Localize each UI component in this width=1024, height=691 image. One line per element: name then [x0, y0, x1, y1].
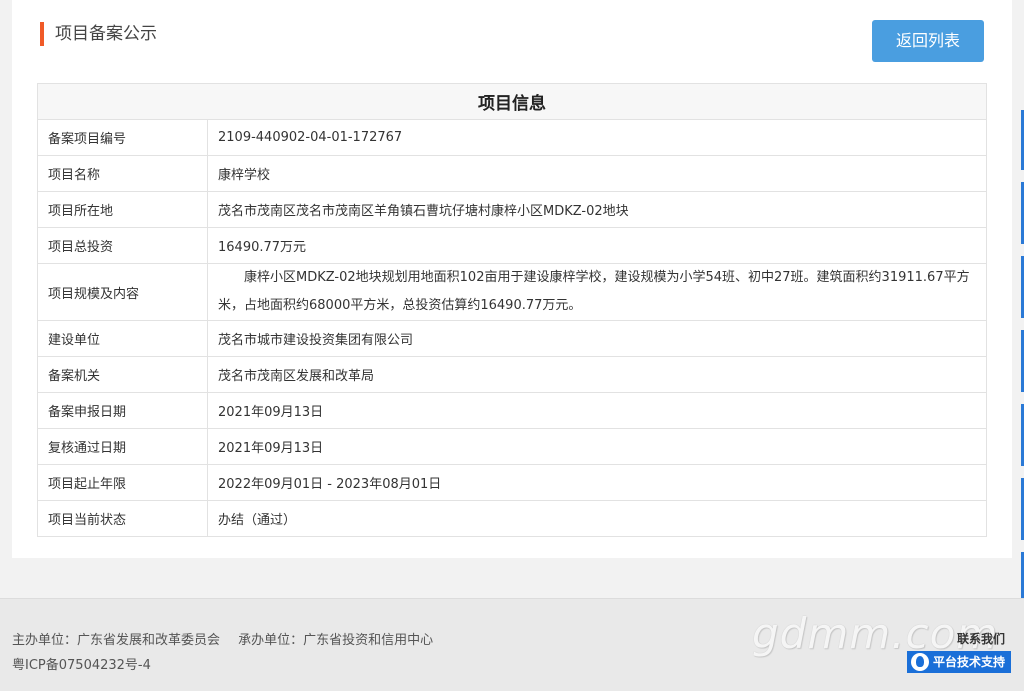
back-to-list-button[interactable]: 返回列表 — [872, 20, 984, 62]
row-label: 项目所在地 — [37, 191, 208, 228]
table-row: 备案申报日期 2021年09月13日 — [37, 392, 987, 429]
site-footer: 主办单位：广东省发展和改革委员会 承办单位：广东省投资和信用中心 粤ICP备07… — [0, 598, 1024, 691]
row-label: 备案项目编号 — [37, 119, 208, 156]
support-label: 平台技术支持 — [933, 655, 1006, 669]
row-label: 项目起止年限 — [37, 464, 208, 501]
table-row: 项目当前状态 办结（通过） — [37, 500, 987, 537]
table-row: 备案机关 茂名市茂南区发展和改革局 — [37, 356, 987, 393]
row-label: 项目名称 — [37, 155, 208, 192]
table-row: 备案项目编号 2109-440902-04-01-172767 — [37, 119, 987, 156]
row-label: 备案申报日期 — [37, 392, 208, 429]
project-info-table: 项目信息 备案项目编号 2109-440902-04-01-172767 项目名… — [37, 83, 987, 537]
table-row: 建设单位 茂名市城市建设投资集团有限公司 — [37, 320, 987, 357]
sponsor-text: 主办单位：广东省发展和改革委员会 — [12, 633, 221, 648]
row-value: 2021年09月13日 — [207, 392, 987, 429]
contact-title: 联系我们 — [957, 632, 1006, 646]
row-value: 办结（通过） — [207, 500, 987, 537]
row-label: 项目当前状态 — [37, 500, 208, 537]
footer-units: 主办单位：广东省发展和改革委员会 承办单位：广东省投资和信用中心 — [12, 629, 447, 648]
row-value: 茂名市茂南区发展和改革局 — [207, 356, 987, 393]
row-label: 复核通过日期 — [37, 428, 208, 465]
row-label: 项目规模及内容 — [37, 263, 208, 321]
qq-icon — [911, 653, 929, 671]
row-label: 项目总投资 — [37, 227, 208, 264]
row-label: 建设单位 — [37, 320, 208, 357]
row-label: 备案机关 — [37, 356, 208, 393]
row-value: 2109-440902-04-01-172767 — [207, 119, 987, 156]
row-value: 16490.77万元 — [207, 227, 987, 264]
table-row: 项目名称 康梓学校 — [37, 155, 987, 192]
row-value: 康梓小区MDKZ-02地块规划用地面积102亩用于建设康梓学校，建设规模为小学5… — [207, 263, 987, 321]
table-title: 项目信息 — [37, 83, 987, 120]
row-value: 2021年09月13日 — [207, 428, 987, 465]
row-value: 康梓学校 — [207, 155, 987, 192]
table-row: 复核通过日期 2021年09月13日 — [37, 428, 987, 465]
table-row: 项目规模及内容 康梓小区MDKZ-02地块规划用地面积102亩用于建设康梓学校，… — [37, 263, 987, 321]
content-panel: 项目备案公示 返回列表 项目信息 备案项目编号 2109-440902-04-0… — [12, 0, 1012, 558]
row-value: 茂名市城市建设投资集团有限公司 — [207, 320, 987, 357]
organizer-text: 承办单位：广东省投资和信用中心 — [238, 633, 434, 648]
table-row: 项目所在地 茂名市茂南区茂名市茂南区羊角镇石曹坑仔塘村康梓小区MDKZ-02地块 — [37, 191, 987, 228]
row-value: 茂名市茂南区茂名市茂南区羊角镇石曹坑仔塘村康梓小区MDKZ-02地块 — [207, 191, 987, 228]
tech-support-button[interactable]: 平台技术支持 — [907, 651, 1011, 673]
icp-link[interactable]: 粤ICP备07504232号-4 — [12, 654, 151, 673]
page-title: 项目备案公示 — [40, 22, 157, 46]
table-row: 项目起止年限 2022年09月01日 - 2023年08月01日 — [37, 464, 987, 501]
row-value: 2022年09月01日 - 2023年08月01日 — [207, 464, 987, 501]
table-row: 项目总投资 16490.77万元 — [37, 227, 987, 264]
